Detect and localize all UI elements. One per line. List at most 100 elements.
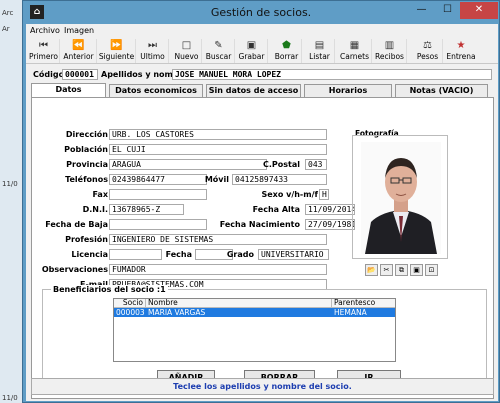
grabar-button[interactable]: ▣ Grabar <box>236 39 268 63</box>
receipt-icon: ▥ <box>384 40 395 51</box>
sexo-label: Sexo v/h-m/f <box>261 190 318 199</box>
codigo-field[interactable]: 000001 <box>62 69 98 80</box>
paste-photo-icon[interactable]: ▣ <box>410 264 423 276</box>
licencia-label: Licencia <box>71 250 108 259</box>
provincia-label: Provincia <box>66 160 108 169</box>
fecha-baja-field[interactable] <box>109 219 207 230</box>
close-button[interactable]: ✕ <box>460 2 498 19</box>
table-row[interactable]: 000003 MARIA VARGAS HEMANA <box>114 308 395 317</box>
tab-sin-datos-acceso[interactable]: Sin datos de acceso <box>206 84 301 97</box>
search-icon: ✎ <box>214 40 223 51</box>
cut-photo-icon[interactable]: ✂ <box>380 264 393 276</box>
tab-horarios[interactable]: Horarios <box>304 84 392 97</box>
button-label: Recibos <box>375 52 404 61</box>
borrar-button[interactable]: ⬟ Borrar <box>272 39 302 63</box>
fecha-nacimiento-label: Fecha Nacimiento <box>219 220 300 229</box>
cpostal-label: C.Postal <box>263 160 300 169</box>
next-icon: ⏩ <box>110 40 123 51</box>
direccion-field[interactable]: URB. LOS CASTORES <box>109 129 327 140</box>
card-icon: ▦ <box>349 40 360 51</box>
pesos-button[interactable]: ⚖ Pesos <box>413 39 443 63</box>
member-photo <box>361 142 441 254</box>
list-icon: ▤ <box>314 40 325 51</box>
button-label: Entrena <box>446 52 476 61</box>
recibos-button[interactable]: ▥ Recibos <box>373 39 407 63</box>
button-label: Borrar <box>274 52 299 61</box>
previous-icon: ⏪ <box>72 40 85 51</box>
entrena-button[interactable]: ★ Entrena <box>446 39 476 63</box>
dni-label: D.N.I. <box>82 205 108 214</box>
beneficiarios-group: Beneficiarios del socio :1 Socio Nombre … <box>42 285 487 392</box>
poblacion-label: Población <box>64 145 108 154</box>
button-label: Nuevo <box>174 52 199 61</box>
fecha-label: Fecha <box>165 250 192 259</box>
beneficiarios-grid[interactable]: Socio Nombre Parentesco 000003 MARIA VAR… <box>113 298 396 362</box>
fecha-nacimiento-field[interactable]: 27/09/1981 <box>305 219 355 230</box>
tab-datos-personales[interactable]: Datos personales <box>31 83 106 106</box>
new-icon: □ <box>181 40 192 51</box>
tab-datos-economicos[interactable]: Datos economicos <box>109 84 203 97</box>
menu-archivo[interactable]: Archivo <box>30 26 60 35</box>
primero-button[interactable]: ⏮ Primero <box>28 39 60 63</box>
column-nombre[interactable]: Nombre <box>146 299 332 308</box>
bg-text: 11/0 <box>2 180 18 188</box>
licencia-field[interactable] <box>109 249 162 260</box>
observaciones-label: Observaciones <box>41 265 108 274</box>
dni-field[interactable]: 13678965-Z <box>109 204 184 215</box>
observaciones-field[interactable]: FUMADOR <box>109 264 327 275</box>
profesion-field[interactable]: INGENIERO DE SISTEMAS <box>109 234 327 245</box>
first-icon: ⏮ <box>39 40 48 51</box>
menu-imagen[interactable]: Imagen <box>64 26 94 35</box>
direccion-label: Dirección <box>65 130 108 139</box>
poblacion-field[interactable]: EL CUJI <box>109 144 327 155</box>
movil-label: Móvil <box>204 175 229 184</box>
maximize-button[interactable]: ☐ <box>435 2 460 19</box>
titlebar: ⌂ Gestión de socios. — ☐ ✕ <box>23 1 499 23</box>
ultimo-button[interactable]: ⏭ Ultimo <box>137 39 169 63</box>
row-socio: 000003 <box>116 308 145 317</box>
listar-button[interactable]: ▤ Listar <box>305 39 335 63</box>
grado-label: Grado <box>226 250 254 259</box>
beneficiarios-title: Beneficiarios del socio :1 <box>51 285 168 294</box>
sexo-field[interactable]: H <box>319 189 329 200</box>
row-parentesco: HEMANA <box>334 308 367 317</box>
client-area: Archivo Imagen ⏮ Primero ⏪ Anterior ⏩ Sigui… <box>26 24 498 401</box>
movil-field[interactable]: 04125897433 <box>232 174 327 185</box>
datos-personales-panel: Dirección URB. LOS CASTORES Población EL… <box>31 97 494 399</box>
codigo-label: Código <box>33 70 65 79</box>
siguiente-button[interactable]: ⏩ Siguiente <box>98 39 136 63</box>
column-parentesco[interactable]: Parentesco <box>332 299 395 308</box>
provincia-field[interactable]: ARAGUA <box>109 159 267 170</box>
fecha-alta-field[interactable]: 11/09/2014 <box>305 204 355 215</box>
background-window: Arc Ar 11/0 11/0 <box>0 0 22 403</box>
fecha-baja-label: Fecha de Baja <box>45 220 108 229</box>
bg-text: Arc <box>2 9 14 17</box>
open-photo-icon[interactable]: 📂 <box>365 264 378 276</box>
button-label: Listar <box>309 52 330 61</box>
fax-label: Fax <box>92 190 108 199</box>
anterior-button[interactable]: ⏪ Anterior <box>61 39 97 63</box>
carnets-button[interactable]: ▦ Carnets <box>338 39 372 63</box>
copy-photo-icon[interactable]: ⧉ <box>395 264 408 276</box>
telefonos-field[interactable]: 02439864477 <box>109 174 207 185</box>
cpostal-field[interactable]: 043 <box>305 159 327 170</box>
grado-field[interactable]: UNIVERSITARIO <box>258 249 329 260</box>
minimize-button[interactable]: — <box>409 2 434 19</box>
row-nombre: MARIA VARGAS <box>148 308 206 317</box>
tab-notas[interactable]: Notas (VACIO) <box>395 84 488 97</box>
bg-text: Ar <box>2 25 10 33</box>
menubar: Archivo Imagen <box>26 24 498 37</box>
profesion-label: Profesión <box>65 235 108 244</box>
column-socio[interactable]: Socio <box>114 299 146 308</box>
apellidos-field[interactable]: JOSE MANUEL MORA LOPEZ <box>172 69 492 80</box>
button-label: Ultimo <box>140 52 165 61</box>
buscar-button[interactable]: ✎ Buscar <box>203 39 235 63</box>
camera-photo-icon[interactable]: ⊡ <box>425 264 438 276</box>
scale-icon: ⚖ <box>423 40 432 51</box>
fax-field[interactable] <box>109 189 207 200</box>
train-icon: ★ <box>456 40 466 51</box>
last-icon: ⏭ <box>148 40 157 51</box>
telefonos-label: Teléfonos <box>65 175 108 184</box>
nuevo-button[interactable]: □ Nuevo <box>172 39 202 63</box>
photo-frame <box>352 135 448 259</box>
